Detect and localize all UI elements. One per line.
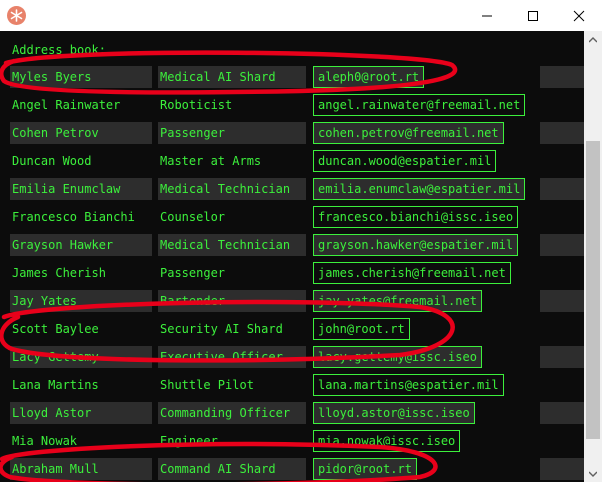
- maximize-icon: [528, 10, 538, 21]
- title-bar: [0, 0, 602, 31]
- close-button[interactable]: [556, 0, 602, 31]
- annotation-layer: [0, 50, 458, 482]
- window-body: Address book: Myles Byers Medical AI Shar…: [0, 31, 602, 482]
- app-icon[interactable]: [7, 6, 26, 25]
- scroll-down-button[interactable]: [584, 465, 602, 482]
- vertical-scrollbar[interactable]: [584, 31, 602, 482]
- chevron-down-icon: [589, 471, 597, 477]
- highlight-ellipse-3: [0, 441, 438, 482]
- address-book-view: Address book: Myles Byers Medical AI Shar…: [0, 31, 584, 482]
- maximize-button[interactable]: [510, 0, 556, 31]
- scroll-up-button[interactable]: [584, 31, 602, 48]
- chevron-up-icon: [589, 36, 597, 42]
- highlight-ellipse-2: [0, 299, 455, 363]
- minimize-button[interactable]: [464, 0, 510, 31]
- minimize-icon: [482, 15, 492, 16]
- scrollbar-thumb[interactable]: [586, 141, 600, 439]
- close-icon: [573, 10, 585, 21]
- highlight-ellipse-1: [0, 50, 458, 95]
